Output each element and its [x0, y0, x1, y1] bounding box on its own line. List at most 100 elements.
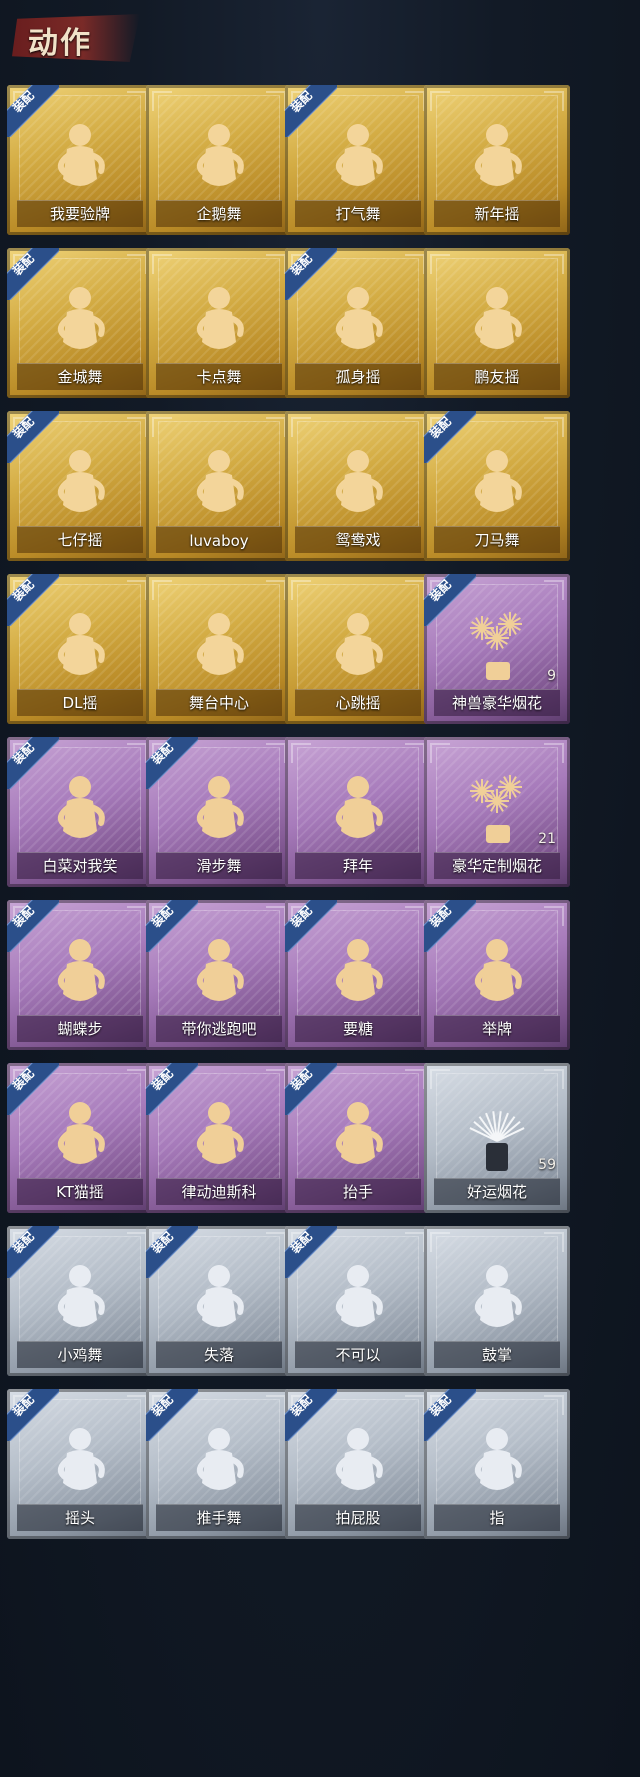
item-count: 59	[538, 1157, 556, 1173]
emote-card[interactable]: 舞台中心	[146, 574, 292, 724]
emote-card[interactable]: 蝴蝶步 装配	[7, 900, 153, 1050]
emote-label: 鹏友摇	[474, 368, 520, 386]
emote-card[interactable]: 拍屁股 装配	[285, 1389, 431, 1539]
emote-card[interactable]: 59 好运烟花	[424, 1063, 570, 1213]
emote-label: 拍屁股	[335, 1509, 381, 1527]
emote-card[interactable]: 9 神兽豪华烟花 装配	[424, 574, 570, 724]
equipped-badge: 装配	[146, 900, 198, 952]
corner-ornament	[544, 417, 564, 437]
equipped-badge: 装配	[424, 1389, 476, 1441]
emote-card[interactable]: 白菜对我笑 装配	[7, 737, 153, 887]
emote-card[interactable]: 21 豪华定制烟花	[424, 737, 570, 887]
emote-card[interactable]: 要糖 装配	[285, 900, 431, 1050]
corner-ornament	[266, 1232, 286, 1252]
section-header: 动作	[0, 0, 640, 72]
emote-label: 神兽豪华烟花	[451, 694, 542, 712]
corner-ornament	[405, 743, 425, 763]
page-title: 动作	[28, 26, 92, 61]
emote-card[interactable]: 抬手 装配	[285, 1063, 431, 1213]
corner-ornament	[291, 580, 311, 600]
emote-card[interactable]: 鼓掌	[424, 1226, 570, 1376]
corner-ornament	[430, 743, 450, 763]
figure-icon	[184, 119, 254, 197]
corner-ornament	[152, 417, 172, 437]
emote-card[interactable]: KT猫摇 装配	[7, 1063, 153, 1213]
emote-card[interactable]: 小鸡舞 装配	[7, 1226, 153, 1376]
emote-label: 滑步舞	[196, 857, 242, 875]
corner-ornament	[266, 254, 286, 274]
equipped-badge: 装配	[7, 737, 59, 789]
emote-card[interactable]: DL摇 装配	[7, 574, 153, 724]
emote-label: 抬手	[342, 1183, 373, 1201]
emote-label: KT猫摇	[56, 1183, 104, 1201]
fireworks-icon	[462, 771, 532, 849]
corner-ornament	[127, 580, 147, 600]
equipped-badge: 装配	[146, 1389, 198, 1441]
emote-card[interactable]: 孤身摇 装配	[285, 248, 431, 398]
emote-card[interactable]: 指 装配	[424, 1389, 570, 1539]
emote-label: 七仔摇	[57, 531, 103, 549]
emote-card[interactable]: 心跳摇	[285, 574, 431, 724]
item-count: 21	[538, 831, 556, 847]
equipped-badge: 装配	[146, 737, 198, 789]
emote-card[interactable]: 打气舞 装配	[285, 85, 431, 235]
equipped-badge: 装配	[285, 900, 337, 952]
emote-card[interactable]: 刀马舞 装配	[424, 411, 570, 561]
emote-card[interactable]: 七仔摇 装配	[7, 411, 153, 561]
emote-label: 刀马舞	[474, 531, 520, 549]
equipped-badge: 装配	[7, 1389, 59, 1441]
figure-icon	[323, 445, 393, 523]
corner-ornament	[405, 1232, 425, 1252]
emote-label: 失落	[203, 1346, 234, 1364]
emote-label: 鸳鸯戏	[335, 531, 381, 549]
emote-card[interactable]: 金城舞 装配	[7, 248, 153, 398]
emote-card[interactable]: 举牌 装配	[424, 900, 570, 1050]
emote-card[interactable]: 拜年	[285, 737, 431, 887]
emote-card[interactable]: 鸳鸯戏	[285, 411, 431, 561]
corner-ornament	[127, 1395, 147, 1415]
item-count: 9	[547, 668, 556, 684]
figure-icon	[323, 771, 393, 849]
emote-label: 蝴蝶步	[57, 1020, 103, 1038]
emote-card[interactable]: 我要验牌 装配	[7, 85, 153, 235]
emote-card[interactable]: 鹏友摇	[424, 248, 570, 398]
firework-can-icon	[462, 1097, 532, 1175]
equipped-badge: 装配	[285, 1389, 337, 1441]
corner-ornament	[291, 743, 311, 763]
emote-card[interactable]: 滑步舞 装配	[146, 737, 292, 887]
equipped-badge: 装配	[285, 1063, 337, 1115]
equipped-badge: 装配	[424, 411, 476, 463]
equipped-badge: 装配	[285, 85, 337, 137]
emote-label: 不可以	[335, 1346, 381, 1364]
emote-label: 心跳摇	[335, 694, 381, 712]
corner-ornament	[152, 254, 172, 274]
emote-card[interactable]: 新年摇	[424, 85, 570, 235]
emote-card[interactable]: 不可以 装配	[285, 1226, 431, 1376]
corner-ornament	[405, 906, 425, 926]
figure-icon	[462, 282, 532, 360]
emote-card[interactable]: 律动迪斯科 装配	[146, 1063, 292, 1213]
emote-card[interactable]: 带你逃跑吧 装配	[146, 900, 292, 1050]
emote-card[interactable]: luvaboy	[146, 411, 292, 561]
corner-ornament	[405, 417, 425, 437]
emote-label: 我要验牌	[49, 205, 110, 223]
emote-label: 推手舞	[196, 1509, 242, 1527]
corner-ornament	[266, 417, 286, 437]
emote-card[interactable]: 失落 装配	[146, 1226, 292, 1376]
equipped-badge: 装配	[285, 1226, 337, 1278]
emote-label: 小鸡舞	[57, 1346, 103, 1364]
figure-icon	[462, 1260, 532, 1338]
corner-ornament	[127, 906, 147, 926]
emote-label: 拜年	[342, 857, 373, 875]
equipped-badge: 装配	[7, 574, 59, 626]
emote-card[interactable]: 摇头 装配	[7, 1389, 153, 1539]
corner-ornament	[152, 580, 172, 600]
emote-card[interactable]: 推手舞 装配	[146, 1389, 292, 1539]
equipped-badge: 装配	[146, 1226, 198, 1278]
figure-icon	[184, 608, 254, 686]
equipped-badge: 装配	[285, 248, 337, 300]
equipped-badge: 装配	[7, 900, 59, 952]
emote-card[interactable]: 企鹅舞	[146, 85, 292, 235]
corner-ornament	[405, 1069, 425, 1089]
emote-card[interactable]: 卡点舞	[146, 248, 292, 398]
